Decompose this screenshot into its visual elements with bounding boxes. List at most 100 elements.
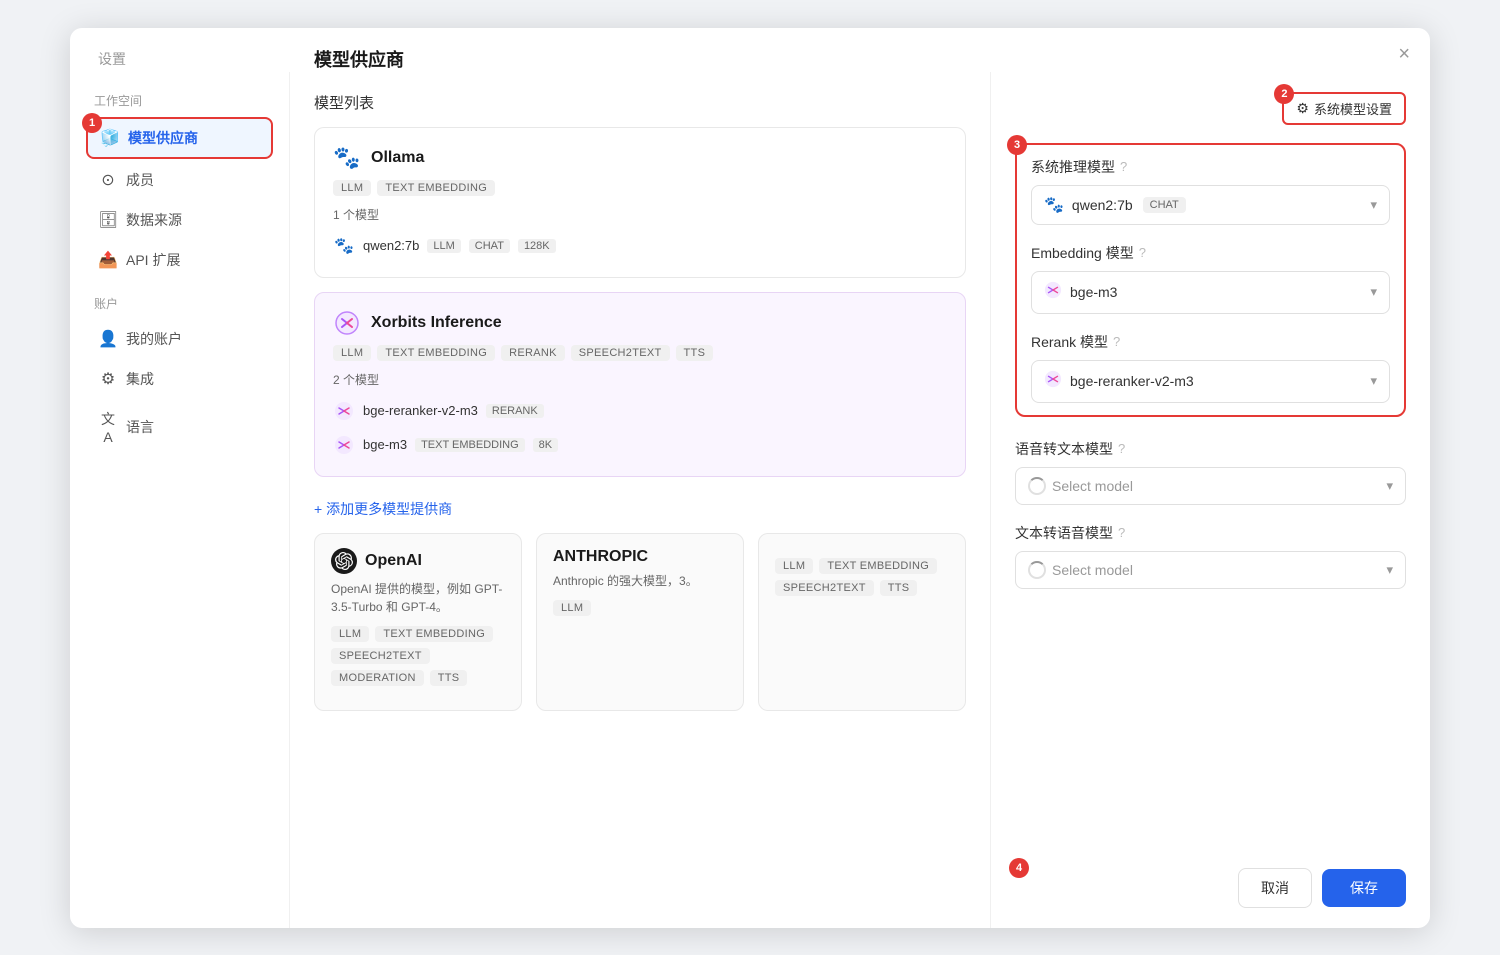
text2speech-label-row: 文本转语音模型 ?	[1015, 523, 1406, 543]
text2speech-help-icon[interactable]: ?	[1118, 525, 1125, 540]
anthropic-header: ANTHROPIC	[553, 548, 727, 566]
modal-body: 工作空间 1 🧊 模型供应商 ⊙ 成员 🗄 数据来源 📤 API 扩展 账户	[70, 72, 1430, 928]
text2speech-chevron-icon: ▾	[1386, 562, 1393, 578]
ollama-name: Ollama	[371, 149, 424, 167]
inference-model-label: qwen2:7b CHAT	[1072, 197, 1186, 213]
sidebar-item-label-members: 成员	[126, 170, 154, 190]
sidebar-item-my-account[interactable]: 👤 我的账户	[86, 320, 273, 358]
text2speech-label: 文本转语音模型	[1015, 523, 1113, 543]
rerank-model-icon	[1044, 370, 1062, 393]
inference-model-tag: CHAT	[1143, 197, 1186, 213]
inference-model-section: 系统推理模型 ? 🐾 qwen2:7b CHAT ▾	[1031, 157, 1390, 225]
text2speech-select[interactable]: Select model ▾	[1015, 551, 1406, 589]
cancel-button[interactable]: 取消	[1238, 868, 1312, 908]
sidebar-item-model-provider[interactable]: 1 🧊 模型供应商	[86, 117, 273, 159]
inference-model-name: qwen2:7b	[1072, 197, 1133, 213]
bge-reranker-icon	[333, 400, 355, 422]
openai-icon	[331, 548, 357, 574]
xorbits-model-row-2: bge-m3 TEXT EMBEDDING 8K	[333, 430, 947, 460]
openai-tags: LLM TEXT EMBEDDING SPEECH2TEXT MODERATIO…	[331, 626, 505, 686]
model-list-title: 模型列表	[314, 92, 966, 113]
rerank-model-label: bge-reranker-v2-m3	[1070, 373, 1194, 389]
third-provider-card: LLM TEXT EMBEDDING SPEECH2TEXT TTS	[758, 533, 966, 711]
language-icon: 文A	[98, 409, 118, 445]
inference-model-select[interactable]: 🐾 qwen2:7b CHAT ▾	[1031, 185, 1390, 225]
save-button[interactable]: 保存	[1322, 869, 1406, 907]
embedding-label-row: Embedding 模型 ?	[1031, 243, 1390, 263]
sidebar-item-members[interactable]: ⊙ 成员	[86, 161, 273, 199]
sidebar-item-api-extend[interactable]: 📤 API 扩展	[86, 241, 273, 279]
openai-tag-moderation: MODERATION	[331, 670, 424, 686]
qwen-tag-chat: CHAT	[469, 239, 510, 253]
settings-modal: 设置 模型供应商 × 工作空间 1 🧊 模型供应商 ⊙ 成员 🗄 数据来源 📤	[70, 28, 1430, 928]
rerank-model-select[interactable]: bge-reranker-v2-m3 ▾	[1031, 360, 1390, 403]
inference-model-select-wrapper[interactable]: 🐾 qwen2:7b CHAT ▾	[1031, 185, 1390, 225]
rerank-chevron-icon: ▾	[1370, 373, 1377, 389]
speech2text-chevron-icon: ▾	[1386, 478, 1393, 494]
embedding-model-name: bge-m3	[1070, 284, 1117, 300]
badge-2: 2	[1274, 84, 1294, 104]
third-tags: LLM TEXT EMBEDDING SPEECH2TEXT TTS	[775, 558, 949, 596]
sidebar-item-language[interactable]: 文A 语言	[86, 400, 273, 454]
suggested-row: OpenAI OpenAI 提供的模型，例如 GPT-3.5-Turbo 和 G…	[314, 533, 966, 711]
bordered-model-section: 3 系统推理模型 ? 🐾 qwen2:7b CHAT	[1015, 143, 1406, 417]
ollama-tag-llm: LLM	[333, 180, 371, 196]
text2speech-section: 文本转语音模型 ? Select model ▾	[1015, 523, 1406, 589]
third-tag-text-embedding: TEXT EMBEDDING	[819, 558, 937, 574]
settings-label: 设置	[98, 51, 126, 67]
close-button[interactable]: ×	[1398, 44, 1410, 64]
speech2text-select-wrapper[interactable]: Select model ▾	[1015, 467, 1406, 505]
bge-reranker-tag-rerank: RERANK	[486, 404, 544, 418]
speech2text-select[interactable]: Select model ▾	[1015, 467, 1406, 505]
workspace-label: 工作空间	[86, 92, 273, 109]
text2speech-spinner	[1028, 561, 1046, 579]
sys-model-settings-btn[interactable]: 2 ⚙ 系统模型设置	[1282, 92, 1406, 125]
bge-m3-name: bge-m3	[363, 437, 407, 452]
ollama-tag-text-embedding: TEXT EMBEDDING	[377, 180, 495, 196]
right-panel-header: 2 ⚙ 系统模型设置	[1015, 92, 1406, 125]
embedding-model-select-wrapper[interactable]: bge-m3 ▾	[1031, 271, 1390, 314]
sidebar-item-label-language: 语言	[126, 417, 154, 437]
sys-model-btn-label: 系统模型设置	[1314, 99, 1392, 118]
sidebar: 工作空间 1 🧊 模型供应商 ⊙ 成员 🗄 数据来源 📤 API 扩展 账户	[70, 72, 290, 928]
speech2text-help-icon[interactable]: ?	[1118, 441, 1125, 456]
right-panel: 2 ⚙ 系统模型设置 3 系统推理模型 ? 🐾	[990, 72, 1430, 928]
sidebar-item-label-api-extend: API 扩展	[126, 250, 180, 270]
sidebar-item-integration[interactable]: ⚙ 集成	[86, 360, 273, 398]
add-more-link[interactable]: + 添加更多模型提供商	[314, 499, 966, 519]
embedding-model-section: Embedding 模型 ?	[1031, 243, 1390, 314]
rerank-model-section: Rerank 模型 ?	[1031, 332, 1390, 403]
openai-tag-llm: LLM	[331, 626, 369, 642]
openai-tag-tts: TTS	[430, 670, 468, 686]
gear-icon: ⚙	[1296, 100, 1309, 117]
openai-header: OpenAI	[331, 548, 505, 574]
members-icon: ⊙	[98, 170, 118, 190]
openai-card: OpenAI OpenAI 提供的模型，例如 GPT-3.5-Turbo 和 G…	[314, 533, 522, 711]
anthropic-card: ANTHROPIC Anthropic 的强大模型，3。 LLM	[536, 533, 744, 711]
embedding-chevron-icon: ▾	[1370, 284, 1377, 300]
text2speech-placeholder: Select model	[1028, 561, 1133, 579]
sidebar-item-datasource[interactable]: 🗄 数据来源	[86, 201, 273, 239]
bge-m3-tag-text-embedding: TEXT EMBEDDING	[415, 438, 525, 452]
embedding-help-icon[interactable]: ?	[1139, 245, 1146, 260]
text2speech-select-wrapper[interactable]: Select model ▾	[1015, 551, 1406, 589]
xorbits-name: Xorbits Inference	[371, 314, 502, 332]
rerank-help-icon[interactable]: ?	[1113, 334, 1120, 349]
inference-label-row: 系统推理模型 ?	[1031, 157, 1390, 177]
text2speech-placeholder-text: Select model	[1052, 562, 1133, 578]
embedding-label: Embedding 模型	[1031, 243, 1134, 263]
embedding-model-select[interactable]: bge-m3 ▾	[1031, 271, 1390, 314]
sidebar-item-label-datasource: 数据来源	[126, 210, 182, 230]
inference-model-icon: 🐾	[1044, 195, 1064, 215]
inference-help-icon[interactable]: ?	[1120, 159, 1127, 174]
anthropic-desc: Anthropic 的强大模型，3。	[553, 572, 727, 590]
xorbits-icon	[333, 309, 361, 337]
action-row: 4 取消 保存	[1015, 848, 1406, 908]
third-tag-speech2text: SPEECH2TEXT	[775, 580, 874, 596]
speech2text-label-row: 语音转文本模型 ?	[1015, 439, 1406, 459]
openai-name: OpenAI	[365, 552, 422, 570]
speech2text-label: 语音转文本模型	[1015, 439, 1113, 459]
rerank-model-select-wrapper[interactable]: bge-reranker-v2-m3 ▾	[1031, 360, 1390, 403]
ollama-icon: 🐾	[333, 144, 361, 172]
xorbits-tags: LLM TEXT EMBEDDING RERANK SPEECH2TEXT TT…	[333, 345, 947, 361]
